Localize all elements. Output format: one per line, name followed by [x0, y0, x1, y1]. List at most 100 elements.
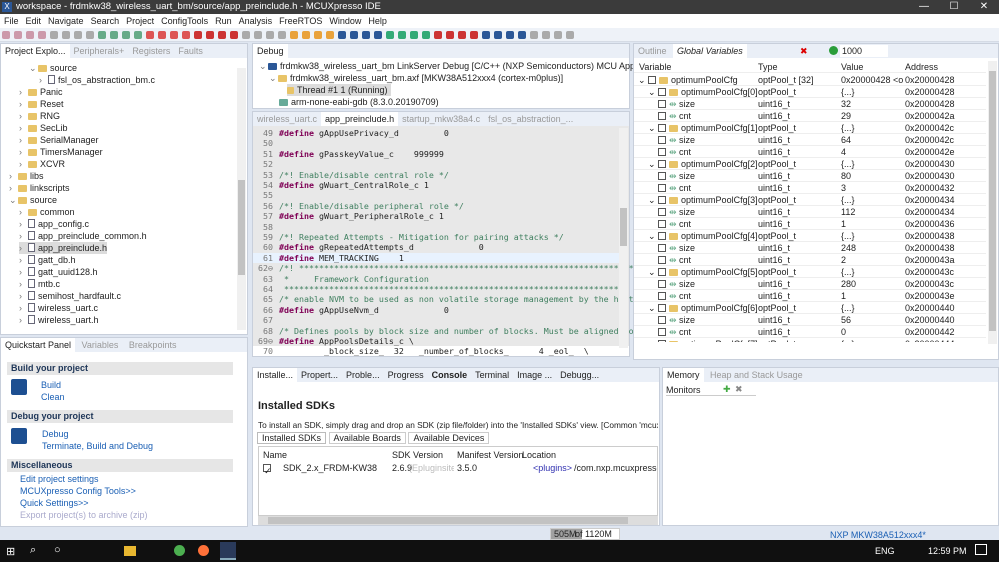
menu-search[interactable]: Search	[91, 16, 120, 26]
tab-memory[interactable]: Memory	[663, 368, 704, 382]
toolbar-button-icon[interactable]	[26, 31, 34, 39]
minimize-button[interactable]: —	[909, 0, 939, 14]
chevron-icon[interactable]: ›	[19, 134, 28, 146]
watch-checkbox[interactable]	[658, 88, 667, 96]
sdk-checkbox[interactable]: ✓	[263, 464, 272, 476]
watch-checkbox[interactable]	[658, 232, 667, 240]
toolbar-button-icon[interactable]	[110, 31, 118, 39]
toolbar-button-icon[interactable]	[446, 31, 454, 39]
chevron-icon[interactable]: ⌄	[648, 159, 658, 169]
menu-run[interactable]: Run	[215, 16, 232, 26]
menu-window[interactable]: Window	[329, 16, 361, 26]
toolbar-button-icon[interactable]	[314, 31, 322, 39]
toolbar-button-icon[interactable]	[350, 31, 358, 39]
watch-checkbox[interactable]	[658, 328, 666, 336]
tab-global-variables[interactable]: Global Variables	[673, 44, 747, 58]
clock[interactable]: 12:59 PM	[928, 546, 967, 556]
global-variable-row[interactable]: ⇹ size uint16_t 32 0x20000428	[634, 98, 986, 110]
file-explorer-icon[interactable]	[124, 546, 136, 556]
toolbar-button-icon[interactable]	[278, 31, 286, 39]
toolbar-button-icon[interactable]	[50, 31, 58, 39]
chevron-icon[interactable]: ›	[19, 218, 28, 230]
bottom-tab[interactable]: Installe...	[253, 368, 298, 382]
toolbar-button-icon[interactable]	[338, 31, 346, 39]
chevron-icon[interactable]: ⌄	[648, 303, 658, 313]
bottom-tab[interactable]: Terminal	[471, 368, 513, 382]
menu-analysis[interactable]: Analysis	[239, 16, 273, 26]
toolbar-button-icon[interactable]	[326, 31, 334, 39]
add-monitor-icon[interactable]: ✚	[723, 384, 731, 395]
toolbar-button-icon[interactable]	[386, 31, 394, 39]
global-variable-row[interactable]: ⌄ optimumPoolCfg[5] optPool_t {...} 0x20000…	[634, 266, 986, 278]
tree-item[interactable]: › semihost_hardfault.c	[19, 290, 121, 302]
toolbar-button-icon[interactable]	[62, 31, 70, 39]
toolbar-button-icon[interactable]	[290, 31, 298, 39]
tree-item[interactable]: › mtb.c	[19, 278, 60, 290]
chevron-icon[interactable]: ›	[19, 314, 28, 326]
remove-icon[interactable]: ✖	[800, 44, 808, 58]
config-tools-link[interactable]: MCUXpresso Config Tools>>	[20, 486, 136, 496]
watch-checkbox[interactable]	[658, 112, 666, 120]
menu-project[interactable]: Project	[126, 16, 154, 26]
chrome-icon[interactable]	[174, 545, 185, 556]
toolbar-button-icon[interactable]	[470, 31, 478, 39]
toolbar-button-icon[interactable]	[74, 31, 82, 39]
debug-link[interactable]: Debug	[42, 429, 69, 439]
toolbar-button-icon[interactable]	[398, 31, 406, 39]
watch-checkbox[interactable]	[658, 136, 666, 144]
chevron-icon[interactable]: ›	[19, 254, 28, 266]
global-variable-row[interactable]: ⇹ size uint16_t 56 0x20000440	[634, 314, 986, 326]
bottom-tab[interactable]: Console	[428, 368, 472, 382]
task-view-icon[interactable]: ○	[54, 544, 61, 556]
global-variable-row[interactable]: ⇹ size uint16_t 112 0x20000434	[634, 206, 986, 218]
global-variable-row[interactable]: ⌄ optimumPoolCfg[1] optPool_t {...} 0x20000…	[634, 122, 986, 134]
toolbar-button-icon[interactable]	[266, 31, 274, 39]
tab-quickstart[interactable]: Quickstart Panel	[1, 338, 76, 352]
global-variable-row[interactable]: ⇹ size uint16_t 280 0x2000043c	[634, 278, 986, 290]
toolbar-button-icon[interactable]	[530, 31, 538, 39]
tree-item[interactable]: › common	[19, 206, 75, 218]
tab-registers[interactable]: Registers	[128, 44, 174, 58]
tree-item[interactable]: › Reset	[19, 98, 64, 110]
global-variable-row[interactable]: ⇹ cnt uint16_t 0 0x20000442	[634, 326, 986, 338]
global-variable-row[interactable]: ⌄ optimumPoolCfg[7]optPool_t{...}0x20000…	[634, 338, 986, 342]
watch-checkbox[interactable]	[658, 340, 667, 342]
toolbar-button-icon[interactable]	[206, 31, 214, 39]
globals-scrollbar[interactable]	[988, 61, 997, 344]
toolbar-button-icon[interactable]	[422, 31, 430, 39]
mcuxpresso-taskbar-icon[interactable]	[220, 542, 236, 560]
watch-checkbox[interactable]	[658, 268, 667, 276]
build-link[interactable]: Build	[41, 380, 61, 390]
menu-file[interactable]: File	[4, 16, 19, 26]
global-variable-row[interactable]: ⌄ optimumPoolCfg[3] optPool_t {...} 0x20000…	[634, 194, 986, 206]
tree-item[interactable]: ⌄ source	[9, 194, 57, 206]
editor-tab[interactable]: wireless_uart.c	[253, 112, 321, 126]
bottom-tab[interactable]: Proble...	[342, 368, 384, 382]
tree-item[interactable]: › app_preinclude.h	[19, 242, 108, 254]
watch-checkbox[interactable]	[658, 280, 666, 288]
toolbar-button-icon[interactable]	[182, 31, 190, 39]
tab-outline[interactable]: Outline	[634, 44, 671, 58]
tab-debug[interactable]: Debug	[253, 44, 288, 58]
chevron-icon[interactable]: ›	[9, 182, 18, 194]
chevron-icon[interactable]: ⌄	[648, 267, 658, 277]
toolbar-button-icon[interactable]	[170, 31, 178, 39]
global-variable-row[interactable]: ⌄ optimumPoolCfg[0] optPool_t {...} 0x20000…	[634, 86, 986, 98]
tree-item[interactable]: › wireless_uart.c	[19, 302, 98, 314]
global-variable-row[interactable]: ⌄ optimumPoolCfg[2] optPool_t {...} 0x20000…	[634, 158, 986, 170]
chevron-icon[interactable]: ⌄	[638, 75, 648, 85]
tree-item[interactable]: › SecLib	[19, 122, 68, 134]
chevron-icon[interactable]: ›	[19, 110, 28, 122]
toolbar-button-icon[interactable]	[518, 31, 526, 39]
subtab-installed-sdks[interactable]: Installed SDKs	[257, 432, 327, 444]
global-variable-row[interactable]: ⇹ size uint16_t 248 0x20000438	[634, 242, 986, 254]
global-variable-row[interactable]: ⌄ optimumPoolCfg[6] optPool_t {...} 0x20000…	[634, 302, 986, 314]
tree-item[interactable]: ⌄ source	[29, 62, 77, 74]
toolbar-button-icon[interactable]	[542, 31, 550, 39]
tab-breakpoints[interactable]: Breakpoints	[125, 338, 181, 352]
start-icon[interactable]: ⊞	[6, 545, 15, 558]
global-variable-row[interactable]: ⇹ cnt uint16_t 2 0x2000043a	[634, 254, 986, 266]
toolbar-button-icon[interactable]	[122, 31, 130, 39]
chevron-icon[interactable]: ›	[19, 158, 28, 170]
tab-variables[interactable]: Variables	[78, 338, 123, 352]
